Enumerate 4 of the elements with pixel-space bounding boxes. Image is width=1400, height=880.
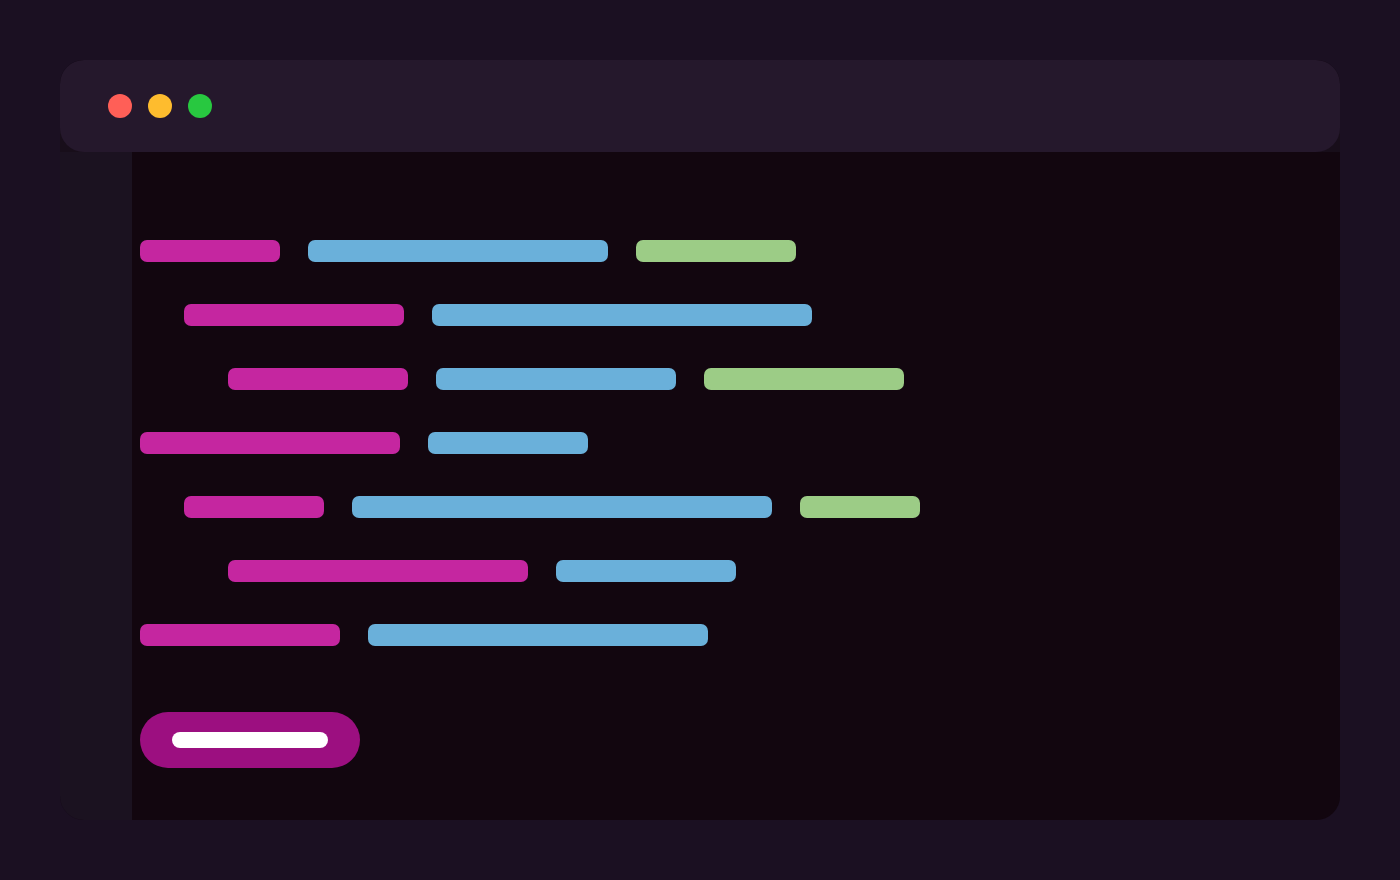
close-button[interactable] [108,94,132,118]
maximize-button[interactable] [188,94,212,118]
pill-button[interactable] [140,712,360,768]
minimize-button[interactable] [148,94,172,118]
